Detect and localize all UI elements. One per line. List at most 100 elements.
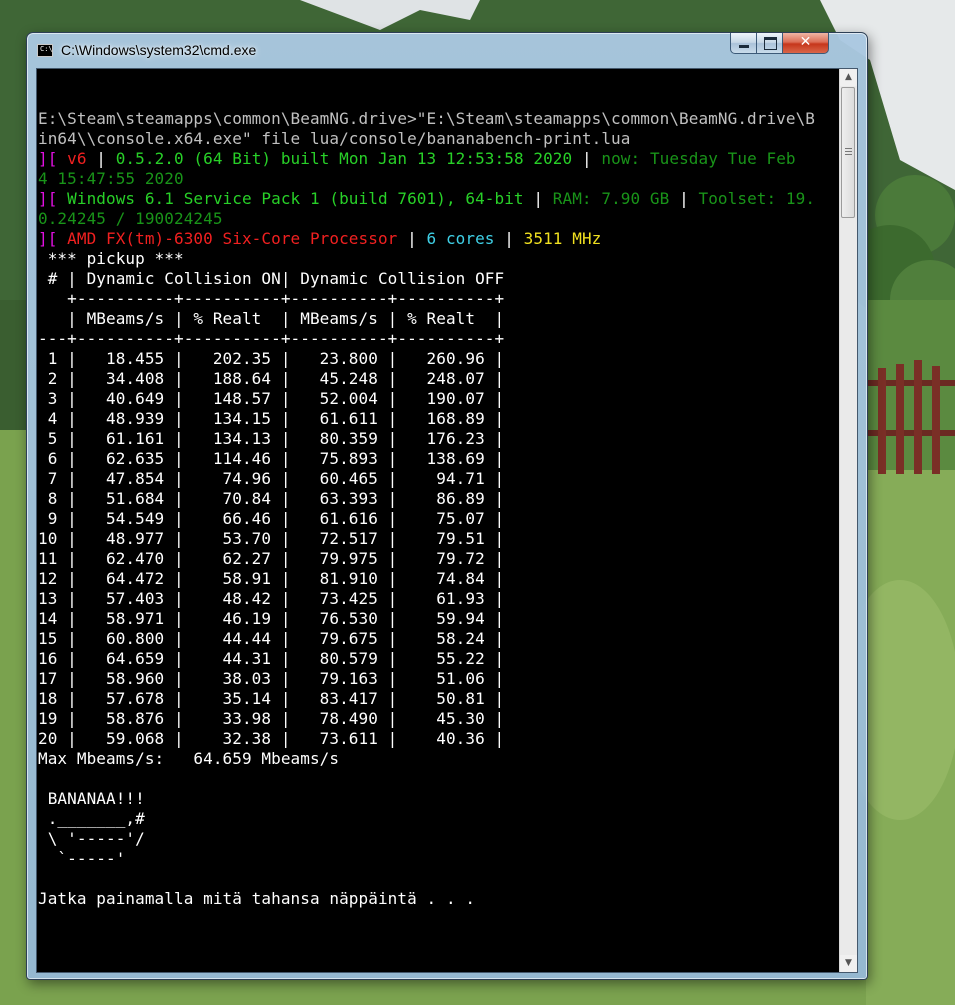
console-line: *** pickup *** [38, 249, 838, 269]
fence-decoration [866, 360, 955, 474]
console-line: BANANAA!!! [38, 789, 838, 809]
scroll-down-arrow-icon[interactable]: ▼ [840, 955, 857, 972]
console-text: 0.5.2.0 (64 Bit) built Mon Jan 13 12:53:… [115, 149, 573, 168]
console-line: 15 | 60.800 | 44.44 | 79.675 | 58.24 | [38, 629, 838, 649]
console-text: Windows 6.1 Service Pack 1 (build 7601),… [67, 189, 524, 208]
console-text: 3511 MHz [523, 229, 602, 248]
console-text: 3 | 40.649 | 148.57 | 52.004 | 190.07 | [38, 389, 505, 408]
console-line: ---+----------+----------+----------+---… [38, 329, 838, 349]
console-text: 4 | 48.939 | 134.15 | 61.611 | 168.89 | [38, 409, 505, 428]
grip-line [845, 151, 852, 152]
maximize-button[interactable] [757, 33, 783, 54]
console-text: ---+----------+----------+----------+---… [38, 329, 505, 348]
console-line: 16 | 64.659 | 44.31 | 80.579 | 55.22 | [38, 649, 838, 669]
console-text: AMD FX(tm)-6300 Six-Core Processor [67, 229, 398, 248]
console-text: 15 | 60.800 | 44.44 | 79.675 | 58.24 | [38, 629, 505, 648]
console-text: BANANAA!!! [38, 789, 145, 808]
title-bar[interactable]: C:\ C:\Windows\system32\cmd.exe ✕ [27, 33, 867, 67]
console-text: +----------+----------+----------+------… [38, 289, 505, 308]
console-line: in64\\console.x64.exe" file lua/console/… [38, 129, 838, 149]
console-text: 0.24245 / 190024245 [38, 209, 223, 228]
console-text: v6 [67, 149, 87, 168]
console-line: \ '-----'/ [38, 829, 838, 849]
console-text: | [397, 229, 427, 248]
console-text: | [494, 229, 524, 248]
console-client-area[interactable]: E:\Steam\steamapps\common\BeamNG.drive>"… [36, 68, 858, 973]
minimize-button[interactable] [730, 33, 757, 54]
console-text: | [572, 149, 602, 168]
console-line: Jatka painamalla mitä tahansa näppäintä … [38, 889, 838, 909]
console-text: 12 | 64.472 | 58.91 | 81.910 | 74.84 | [38, 569, 505, 588]
scroll-up-arrow-icon[interactable]: ▲ [840, 69, 857, 86]
console-text: ][ [38, 189, 68, 208]
scrollbar-thumb[interactable] [841, 87, 855, 218]
console-text: 4 15:47:55 2020 [38, 169, 184, 188]
console-line: 18 | 57.678 | 35.14 | 83.417 | 50.81 | [38, 689, 838, 709]
console-line: `-----' [38, 849, 838, 869]
grip-line [845, 148, 852, 149]
window-title: C:\Windows\system32\cmd.exe [61, 42, 257, 58]
console-line: ][ Windows 6.1 Service Pack 1 (build 760… [38, 189, 838, 209]
console-line: +----------+----------+----------+------… [38, 289, 838, 309]
console-line: 1 | 18.455 | 202.35 | 23.800 | 260.96 | [38, 349, 838, 369]
console-text: # | Dynamic Collision ON| Dynamic Collis… [38, 269, 505, 288]
console-text: 5 | 61.161 | 134.13 | 80.359 | 176.23 | [38, 429, 505, 448]
console-line: ._______,# [38, 809, 838, 829]
console-text: `-----' [38, 849, 126, 868]
close-button[interactable]: ✕ [783, 33, 829, 54]
console-text: 18 | 57.678 | 35.14 | 83.417 | 50.81 | [38, 689, 505, 708]
console-text: 17 | 58.960 | 38.03 | 79.163 | 51.06 | [38, 669, 505, 688]
console-text: 1 | 18.455 | 202.35 | 23.800 | 260.96 | [38, 349, 505, 368]
console-line: 17 | 58.960 | 38.03 | 79.163 | 51.06 | [38, 669, 838, 689]
console-line: 4 15:47:55 2020 [38, 169, 838, 189]
console-text: 19 | 58.876 | 33.98 | 78.490 | 45.30 | [38, 709, 505, 728]
console-text: ][ [38, 149, 68, 168]
console-line: 13 | 57.403 | 48.42 | 73.425 | 61.93 | [38, 589, 838, 609]
console-text: Jatka painamalla mitä tahansa näppäintä … [38, 889, 476, 908]
console-output[interactable]: E:\Steam\steamapps\common\BeamNG.drive>"… [38, 89, 838, 969]
console-line: 0.24245 / 190024245 [38, 209, 838, 229]
console-line: E:\Steam\steamapps\common\BeamNG.drive>"… [38, 109, 838, 129]
minimize-icon [739, 45, 749, 48]
console-line: | MBeams/s | % Realt | MBeams/s | % Real… [38, 309, 838, 329]
console-line: # | Dynamic Collision ON| Dynamic Collis… [38, 269, 838, 289]
console-line: 5 | 61.161 | 134.13 | 80.359 | 176.23 | [38, 429, 838, 449]
cmd-icon-glyph: C:\ [40, 45, 53, 53]
grip-line [845, 154, 852, 155]
console-text: 8 | 51.684 | 70.84 | 63.393 | 86.89 | [38, 489, 505, 508]
console-text: RAM: 7.90 GB [552, 189, 670, 208]
console-text: | MBeams/s | % Realt | MBeams/s | % Real… [38, 309, 505, 328]
console-text: 20 | 59.068 | 32.38 | 73.611 | 40.36 | [38, 729, 505, 748]
console-line: 10 | 48.977 | 53.70 | 72.517 | 79.51 | [38, 529, 838, 549]
console-text: 11 | 62.470 | 62.27 | 79.975 | 79.72 | [38, 549, 505, 568]
console-text: 2 | 34.408 | 188.64 | 45.248 | 248.07 | [38, 369, 505, 388]
console-text: | [669, 189, 699, 208]
console-text: | [523, 189, 553, 208]
console-line: 12 | 64.472 | 58.91 | 81.910 | 74.84 | [38, 569, 838, 589]
console-line: 11 | 62.470 | 62.27 | 79.975 | 79.72 | [38, 549, 838, 569]
console-text: 16 | 64.659 | 44.31 | 80.579 | 55.22 | [38, 649, 505, 668]
close-icon: ✕ [799, 34, 812, 50]
vertical-scrollbar[interactable]: ▲ ▼ [839, 69, 857, 972]
console-line: 3 | 40.649 | 148.57 | 52.004 | 190.07 | [38, 389, 838, 409]
console-line: 6 | 62.635 | 114.46 | 75.893 | 138.69 | [38, 449, 838, 469]
console-text: 6 | 62.635 | 114.46 | 75.893 | 138.69 | [38, 449, 505, 468]
console-text: 7 | 47.854 | 74.96 | 60.465 | 94.71 | [38, 469, 505, 488]
console-line: 14 | 58.971 | 46.19 | 76.530 | 59.94 | [38, 609, 838, 629]
console-line: ][ v6 | 0.5.2.0 (64 Bit) built Mon Jan 1… [38, 149, 838, 169]
console-line: 2 | 34.408 | 188.64 | 45.248 | 248.07 | [38, 369, 838, 389]
console-text: now: Tuesday Tue Feb [601, 149, 796, 168]
console-text: 6 cores [426, 229, 495, 248]
console-text: | [86, 149, 116, 168]
cmd-window[interactable]: C:\ C:\Windows\system32\cmd.exe ✕ E:\Ste… [26, 32, 868, 980]
console-text: Max Mbeams/s: 64.659 Mbeams/s [38, 749, 340, 768]
cmd-app-icon[interactable]: C:\ [37, 44, 53, 57]
console-text: 14 | 58.971 | 46.19 | 76.530 | 59.94 | [38, 609, 505, 628]
console-line: 9 | 54.549 | 66.46 | 61.616 | 75.07 | [38, 509, 838, 529]
console-text: 13 | 57.403 | 48.42 | 73.425 | 61.93 | [38, 589, 505, 608]
console-line: 8 | 51.684 | 70.84 | 63.393 | 86.89 | [38, 489, 838, 509]
console-text: ._______,# [38, 809, 145, 828]
